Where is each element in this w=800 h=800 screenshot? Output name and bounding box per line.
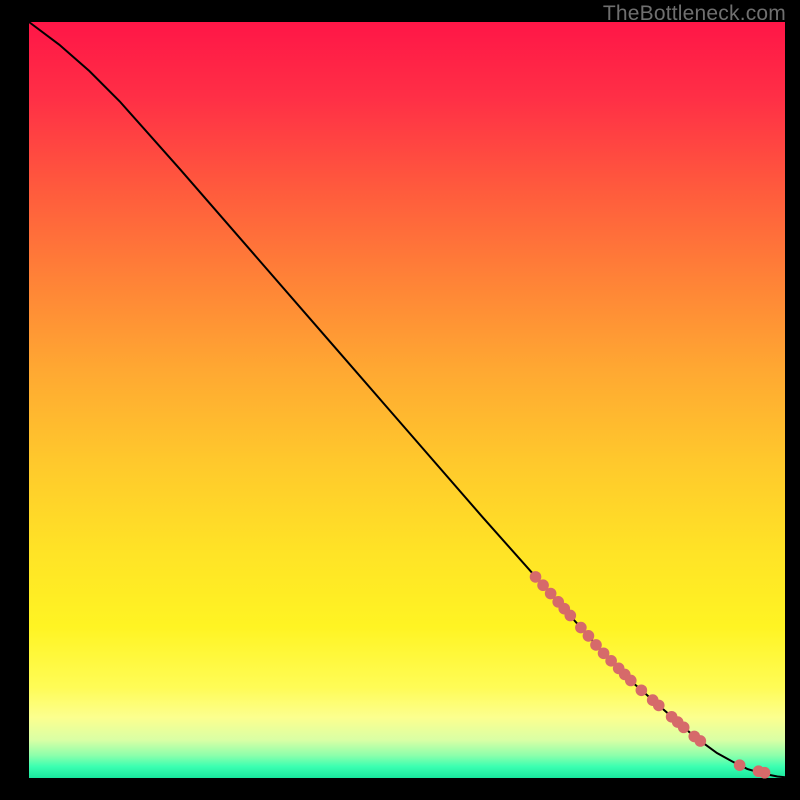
bottleneck-curve — [29, 22, 785, 777]
data-marker — [636, 684, 648, 696]
data-marker — [678, 722, 690, 734]
plot-area — [29, 22, 785, 778]
data-marker — [564, 610, 576, 622]
chart-svg — [29, 22, 785, 778]
marker-group — [530, 571, 771, 778]
chart-frame: TheBottleneck.com — [0, 0, 800, 800]
data-marker — [695, 735, 707, 747]
data-marker — [734, 759, 746, 771]
data-marker — [625, 675, 637, 687]
data-marker — [653, 700, 665, 712]
data-marker — [759, 767, 771, 779]
data-marker — [583, 630, 595, 642]
